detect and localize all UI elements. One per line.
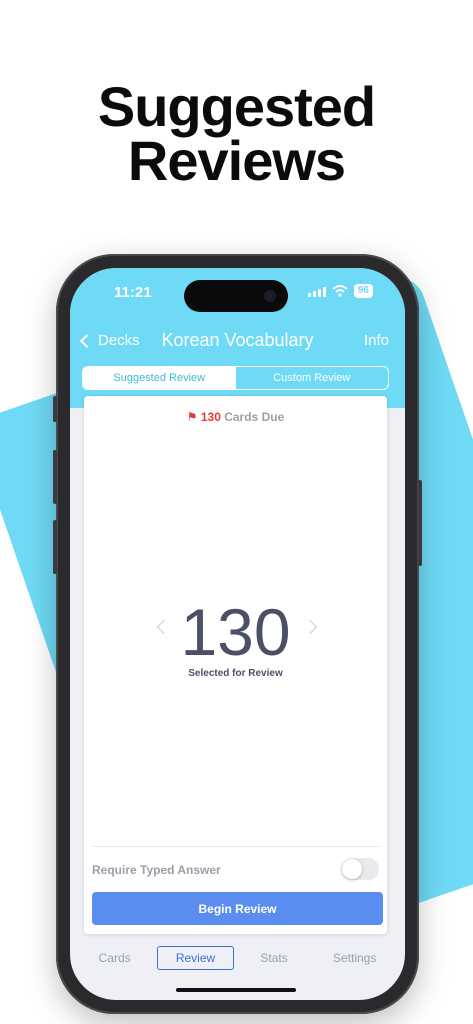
headline-line-1: Suggested	[97, 75, 376, 138]
headline-line-2: Reviews	[127, 129, 346, 192]
tab-cards[interactable]: Cards	[80, 946, 150, 970]
begin-review-button[interactable]: Begin Review	[92, 892, 383, 925]
require-typed-answer-label: Require Typed Answer	[92, 863, 221, 877]
review-mode-segmented-control: Suggested Review Custom Review	[82, 366, 389, 390]
cards-due-text: Cards Due	[224, 410, 285, 424]
tab-settings[interactable]: Settings	[314, 946, 395, 970]
cards-due-count: 130	[200, 410, 221, 424]
page-title: Korean Vocabulary	[161, 330, 314, 350]
info-button[interactable]: Info	[364, 332, 389, 349]
divider	[92, 846, 379, 847]
phone-screen: 11:21 96 Decks Korean Vocabulary Info Su…	[70, 268, 405, 1000]
require-typed-answer-toggle[interactable]	[341, 858, 379, 880]
toggle-knob	[342, 859, 362, 879]
volume-down-button	[53, 520, 57, 574]
tab-suggested-review[interactable]: Suggested Review	[83, 367, 236, 389]
volume-up-button	[53, 450, 57, 504]
status-time: 11:21	[114, 284, 152, 301]
signal-icon	[307, 286, 326, 297]
tab-custom-review[interactable]: Custom Review	[236, 367, 389, 389]
review-card: ⚑ 130 Cards Due 130 Selected for Review …	[84, 396, 387, 934]
flag-icon: ⚑	[186, 410, 198, 424]
battery-indicator: 96	[353, 284, 373, 298]
home-indicator[interactable]	[176, 988, 296, 992]
navigation-bar: Decks Korean Vocabulary Info	[70, 330, 405, 354]
headline: Suggested Reviews	[0, 75, 473, 192]
bottom-tab-bar: Cards Review Stats Settings	[70, 944, 405, 972]
wifi-icon	[332, 285, 348, 297]
power-button	[418, 480, 422, 566]
dynamic-island	[184, 280, 288, 312]
status-icons: 96	[307, 284, 373, 298]
tab-review[interactable]: Review	[156, 946, 235, 970]
selected-for-review-label: Selected for Review	[188, 668, 283, 679]
camera-icon	[264, 290, 276, 302]
silent-switch	[53, 396, 57, 422]
tab-stats[interactable]: Stats	[241, 946, 306, 970]
selected-count: 130	[180, 595, 291, 669]
cards-due-label: ⚑ 130 Cards Due	[84, 410, 387, 424]
phone-frame: 11:21 96 Decks Korean Vocabulary Info Su…	[53, 254, 422, 1014]
